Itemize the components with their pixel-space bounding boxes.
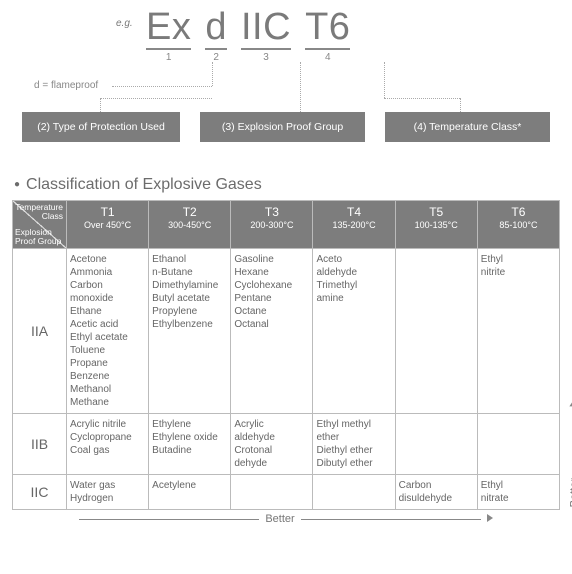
cell: Acetone Ammonia Carbon monoxide Ethane A… bbox=[67, 249, 149, 414]
better-right: Better bbox=[568, 400, 572, 573]
diag-header: Temperature Class Explosion Proof Group bbox=[13, 201, 67, 249]
row-iib: IIB bbox=[13, 414, 67, 475]
row-iic: IIC bbox=[13, 475, 67, 510]
diag-top: Temperature Class bbox=[13, 203, 63, 221]
connector-line bbox=[212, 62, 213, 86]
gas-table-wrap: Temperature Class Explosion Proof Group … bbox=[12, 200, 560, 510]
cell: Acetylene bbox=[149, 475, 231, 510]
cell: Gasoline Hexane Cyclohexane Pentane Octa… bbox=[231, 249, 313, 414]
cell: Water gas Hydrogen bbox=[67, 475, 149, 510]
cell: Ethyl nitrate bbox=[477, 475, 559, 510]
seg-1-num: 1 bbox=[166, 52, 172, 63]
connector-line bbox=[384, 98, 460, 99]
arrow-right-icon bbox=[568, 400, 572, 406]
table-row: IIA Acetone Ammonia Carbon monoxide Etha… bbox=[13, 249, 560, 414]
box-explosion-group: (3) Explosion Proof Group bbox=[200, 112, 365, 142]
connector-line bbox=[460, 98, 461, 112]
box-protection-type: (2) Type of Protection Used bbox=[22, 112, 180, 142]
col-t4: T4135-200°C bbox=[313, 201, 395, 249]
header-diagram: e.g. Ex 1 d 2 IIC 3 T6 4 d = flameproof (2) … bbox=[12, 8, 560, 168]
seg-3-text: IIC bbox=[241, 8, 291, 50]
cell: Acrylic aldehyde Crotonal dehyde bbox=[231, 414, 313, 475]
cell bbox=[477, 414, 559, 475]
eg-label: e.g. bbox=[116, 18, 133, 29]
connector-line bbox=[100, 98, 101, 112]
table-row: IIC Water gas Hydrogen Acetylene Carbon … bbox=[13, 475, 560, 510]
seg-4-text: T6 bbox=[305, 8, 350, 50]
legend-boxes: (2) Type of Protection Used (3) Explosio… bbox=[22, 112, 550, 142]
better-bottom: Better bbox=[12, 513, 560, 525]
connector-line bbox=[384, 62, 385, 98]
gas-classification-table: Temperature Class Explosion Proof Group … bbox=[12, 200, 560, 510]
diag-bottom: Explosion Proof Group bbox=[15, 228, 66, 246]
flameproof-note: d = flameproof bbox=[34, 80, 98, 91]
cell bbox=[231, 475, 313, 510]
col-t3: T3200-300°C bbox=[231, 201, 313, 249]
code-row: Ex 1 d 2 IIC 3 T6 4 bbox=[146, 8, 350, 63]
col-t1: T1Over 450°C bbox=[67, 201, 149, 249]
cell: Ethyl nitrite bbox=[477, 249, 559, 414]
seg-1-text: Ex bbox=[146, 8, 191, 50]
connector-line bbox=[112, 86, 212, 87]
cell: Ethyl methyl ether Diethyl ether Dibutyl… bbox=[313, 414, 395, 475]
cell bbox=[395, 249, 477, 414]
connector-line bbox=[300, 62, 301, 112]
col-t6: T685-100°C bbox=[477, 201, 559, 249]
arrow-right-icon bbox=[487, 513, 493, 525]
row-iia: IIA bbox=[13, 249, 67, 414]
cell bbox=[395, 414, 477, 475]
section-title: Classification of Explosive Gases bbox=[14, 176, 560, 194]
seg-3-num: 3 bbox=[263, 52, 269, 63]
seg-4-num: 4 bbox=[325, 52, 331, 63]
cell bbox=[313, 475, 395, 510]
col-t2: T2300-450°C bbox=[149, 201, 231, 249]
col-t5: T5100-135°C bbox=[395, 201, 477, 249]
cell: Ethylene Ethylene oxide Butadine bbox=[149, 414, 231, 475]
seg-2-text: d bbox=[205, 8, 227, 50]
cell: Ethanol n-Butane Dimethylamine Butyl ace… bbox=[149, 249, 231, 414]
cell: Carbon disuldehyde bbox=[395, 475, 477, 510]
cell: Acrylic nitrile Cyclopropane Coal gas bbox=[67, 414, 149, 475]
seg-2-num: 2 bbox=[213, 52, 219, 63]
cell: Aceto aldehyde Trimethyl amine bbox=[313, 249, 395, 414]
connector-line bbox=[100, 98, 212, 99]
table-row: IIB Acrylic nitrile Cyclopropane Coal ga… bbox=[13, 414, 560, 475]
box-temperature-class: (4) Temperature Class* bbox=[385, 112, 550, 142]
